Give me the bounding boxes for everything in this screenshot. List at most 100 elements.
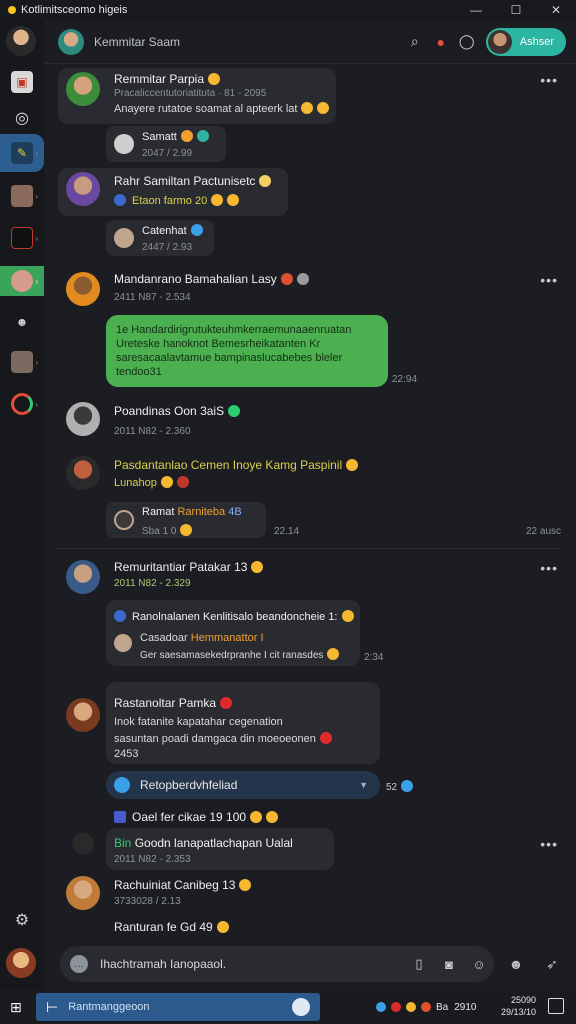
more-options-icon[interactable]: ••• <box>540 272 558 288</box>
message-meta: Pracaliccentutoriatituta · 81 - 2095 <box>114 88 267 99</box>
app-tray-icon[interactable] <box>421 1002 431 1012</box>
taskbar-search[interactable]: ⊢ Rantmanggeoon <box>36 993 320 1021</box>
rail-item-green[interactable]: › <box>0 266 44 296</box>
rail-item-inbox[interactable]: ▣ <box>0 62 44 102</box>
tray-time: 2910 <box>454 1001 477 1013</box>
window-title: Kotlimitsceomo higeis <box>21 4 128 16</box>
emoji-icon <box>251 561 264 573</box>
cursor-icon: ⊢ <box>46 998 59 1015</box>
message-avatar[interactable] <box>66 402 100 436</box>
thread-count: 52 <box>386 780 414 793</box>
chat-bubble-icon: … <box>70 955 88 973</box>
terminal-icon <box>11 227 33 249</box>
emoji-icon <box>266 811 279 823</box>
reply-author: Ramat Rarniteba 4B <box>142 506 242 518</box>
message-meta: 2011 N82 - 2.353 <box>114 854 191 865</box>
message-author: Remmitar Parpia <box>114 72 221 86</box>
network-icon[interactable] <box>376 1002 386 1012</box>
photo-icon <box>11 185 33 207</box>
message-avatar[interactable] <box>66 830 100 864</box>
channel-header: Kemmitar Saam ⌕ ● ◯ Ashser <box>44 20 576 64</box>
brush-icon: ✎ <box>11 142 33 164</box>
message-avatar[interactable] <box>66 698 100 732</box>
user-avatar-small <box>487 29 512 54</box>
quote-author: Casadoar Hemmanattor I <box>140 632 264 644</box>
emoji-icon <box>301 102 314 114</box>
more-options-icon[interactable]: ••• <box>540 560 558 576</box>
thread-reply-bar[interactable]: Retopberdvhfeliad ▼ <box>106 771 380 799</box>
reply-author: Catenhat <box>142 224 203 237</box>
rail-item-circle[interactable]: ◎ <box>0 98 44 138</box>
profile-avatar[interactable] <box>6 26 36 56</box>
more-options-icon[interactable]: ••• <box>540 72 558 88</box>
sticker-icon[interactable]: ☻ <box>504 952 528 976</box>
more-options-icon[interactable]: ••• <box>540 836 558 852</box>
message-meta: 2011 N82 - 2.329 <box>114 578 191 589</box>
rail-item-terminal[interactable]: › <box>0 218 44 258</box>
mic-icon[interactable] <box>292 998 310 1016</box>
rail-item-ring[interactable]: › <box>0 384 44 424</box>
rail-item-active[interactable]: ✎ › <box>0 134 44 172</box>
system-tray: Ba 2910 <box>376 1000 476 1014</box>
emoji-icon <box>160 476 173 488</box>
chevron-right-icon: › <box>35 233 38 243</box>
reply-meta: Sba 1 0 <box>142 524 193 537</box>
reply-author: Samatt <box>142 130 209 143</box>
quote-body: Ger saesamasekedrpranhe I cit ranasdes <box>140 648 340 661</box>
emoji-icon <box>319 732 332 744</box>
maximize-button[interactable]: ☐ <box>496 0 536 20</box>
rail-item-masks[interactable]: ☻ <box>0 302 44 342</box>
inbox-icon: ▣ <box>11 71 33 93</box>
message-text: Etaon farmo 20 <box>114 194 240 207</box>
emoji-picker-icon[interactable]: ☺ <box>464 949 494 979</box>
user-avatar[interactable] <box>6 948 36 978</box>
notification-center-icon[interactable] <box>548 998 564 1014</box>
message-avatar[interactable] <box>66 272 100 306</box>
emoji-icon <box>327 648 340 660</box>
rail-item-photo[interactable]: › <box>0 176 44 216</box>
send-icon[interactable]: ➶ <box>540 952 564 976</box>
message-avatar[interactable] <box>66 876 100 910</box>
user-menu-button[interactable]: Ashser <box>485 27 566 56</box>
thread-icon <box>114 777 130 793</box>
divider <box>58 548 562 549</box>
message-time: 22 ausc <box>526 526 562 537</box>
alert-icon[interactable] <box>391 1002 401 1012</box>
reply-meta: 2047 / 2.99 <box>142 148 193 159</box>
heart-icon <box>220 697 233 709</box>
emoji-icon <box>208 73 221 85</box>
emoji-tray-icon[interactable] <box>406 1002 416 1012</box>
rail-item-portrait[interactable]: › <box>0 342 44 382</box>
message-avatar[interactable] <box>66 172 100 206</box>
minimize-button[interactable]: — <box>456 0 496 20</box>
chat-icon[interactable]: ◯ <box>454 29 480 55</box>
camera-icon[interactable]: ◙ <box>434 949 464 979</box>
color-ring-icon <box>11 393 33 415</box>
taskbar-search-text: Rantmanggeoon <box>68 1001 150 1013</box>
emoji-icon <box>341 610 354 622</box>
attach-icon[interactable]: ▯ <box>404 949 434 979</box>
thumbs-up-icon <box>401 780 414 792</box>
chevron-right-icon: › <box>35 399 38 409</box>
reply-avatar <box>114 134 134 154</box>
message-text: Anayere rutatoe soamat al apteerk lat <box>114 102 330 115</box>
message-meta: 2411 N87 - 2.534 <box>114 292 191 303</box>
message-avatar[interactable] <box>66 72 100 106</box>
message-avatar[interactable] <box>66 560 100 594</box>
message-input[interactable]: Ihachtramah Ianopaaol. <box>100 957 404 971</box>
spinner-icon <box>296 273 309 285</box>
chevron-down-icon: ▼ <box>359 780 368 790</box>
message-avatar[interactable] <box>66 456 100 490</box>
close-button[interactable]: ✕ <box>536 0 576 20</box>
start-icon[interactable]: ⊞ <box>10 999 26 1015</box>
notification-icon[interactable]: ● <box>428 29 454 55</box>
search-icon[interactable]: ⌕ <box>402 29 428 55</box>
message-feed: Remmitar Parpia Pracaliccentutoriatituta… <box>44 64 576 940</box>
settings-button[interactable]: ⚙ <box>0 900 44 940</box>
reply-meta: 2447 / 2.93 <box>142 242 193 253</box>
message-text: 2453 <box>114 748 139 760</box>
clock[interactable]: 25090 29/13/10 <box>501 994 536 1018</box>
reply-avatar <box>114 510 134 530</box>
emoji-icon <box>317 102 330 114</box>
message-meta: 2011 N82 - 2.360 <box>114 426 191 437</box>
